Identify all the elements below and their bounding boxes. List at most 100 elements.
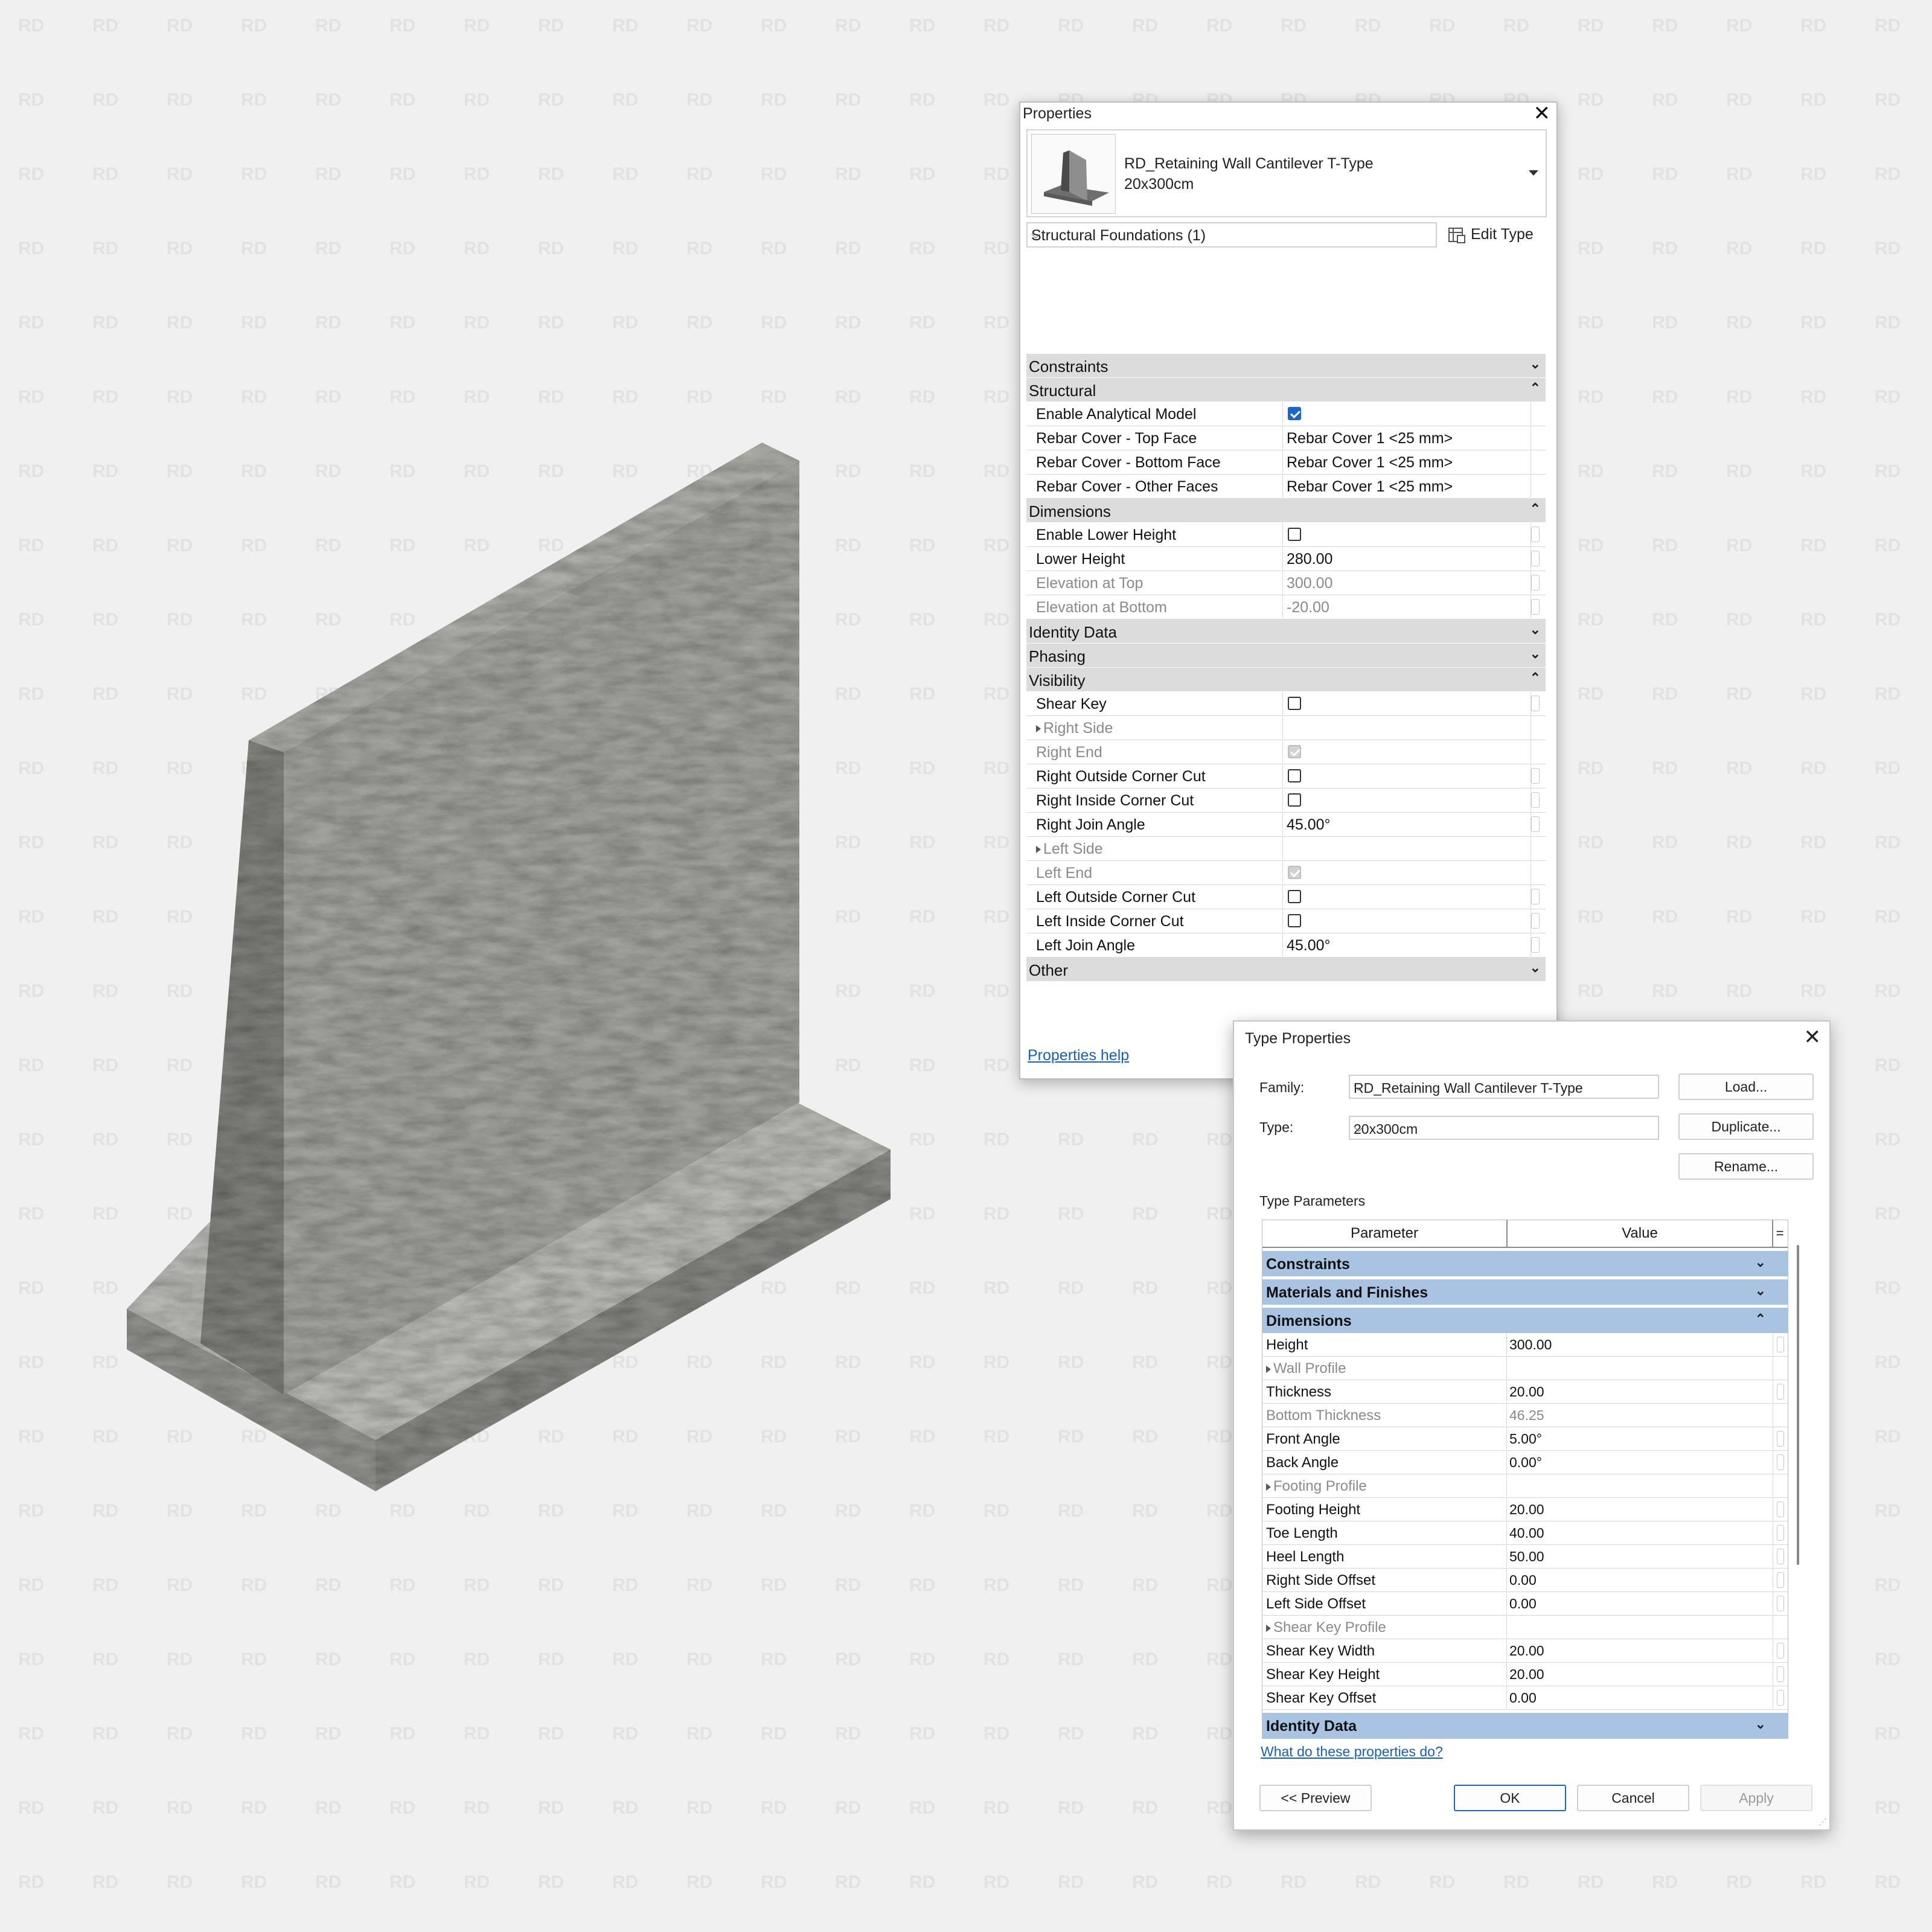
property-row-right-join-angle[interactable]: Right Join Angle 45.00° <box>1026 813 1546 837</box>
category-phasing[interactable]: Phasing ⌄ <box>1026 644 1546 668</box>
parameter-value[interactable]: 0.00 <box>1509 1572 1537 1588</box>
expand-triangle-icon[interactable] <box>1266 1483 1271 1491</box>
associate-parameter-button[interactable] <box>1777 1666 1784 1682</box>
parameter-value-cell[interactable]: 0.00 <box>1507 1592 1773 1614</box>
parameter-row-height[interactable]: Height 300.00 <box>1262 1333 1788 1357</box>
formula-column-header[interactable]: = <box>1773 1220 1786 1247</box>
property-row-enable-analytical-model[interactable]: Enable Analytical Model <box>1026 402 1546 426</box>
duplicate-button[interactable]: Duplicate... <box>1678 1113 1814 1140</box>
associate-parameter-button[interactable] <box>1531 937 1540 953</box>
parameter-value-cell[interactable]: 0.00 <box>1507 1569 1773 1591</box>
property-row-left-side[interactable]: Left Side <box>1026 837 1546 861</box>
property-row-right-end[interactable]: Right End <box>1026 740 1546 764</box>
parameter-value[interactable]: 20.00 <box>1509 1384 1544 1400</box>
property-value-cell[interactable]: 280.00 <box>1283 547 1531 570</box>
parameter-row-wall-profile[interactable]: Wall Profile <box>1262 1357 1788 1380</box>
parameter-row-shear-key-height[interactable]: Shear Key Height 20.00 <box>1262 1663 1788 1686</box>
expand-triangle-icon[interactable] <box>1266 1624 1271 1632</box>
property-row-rebar-cover-bottom-face[interactable]: Rebar Cover - Bottom Face Rebar Cover 1 <… <box>1026 450 1546 475</box>
parameter-row-shear-key-profile[interactable]: Shear Key Profile <box>1262 1616 1788 1639</box>
property-value-cell[interactable] <box>1283 523 1531 546</box>
property-row-enable-lower-height[interactable]: Enable Lower Height <box>1026 523 1546 547</box>
property-row-left-inside-corner-cut[interactable]: Left Inside Corner Cut <box>1026 909 1546 933</box>
parameter-row-bottom-thickness[interactable]: Bottom Thickness 46.25 <box>1262 1404 1788 1427</box>
property-value-cell[interactable]: 45.00° <box>1283 933 1531 956</box>
property-value-cell[interactable] <box>1283 764 1531 787</box>
parameter-value[interactable]: 0.00° <box>1509 1454 1542 1471</box>
parameter-value-cell[interactable]: 46.25 <box>1507 1404 1773 1426</box>
parameter-value[interactable]: 40.00 <box>1509 1525 1544 1541</box>
expand-icon[interactable]: ⌄ <box>1530 622 1541 638</box>
parameter-value-cell[interactable] <box>1507 1357 1773 1379</box>
parameter-value[interactable]: 0.00 <box>1509 1690 1537 1706</box>
edit-type-button[interactable]: Edit Type <box>1445 222 1554 248</box>
parameter-value-cell[interactable]: 20.00 <box>1507 1380 1773 1403</box>
collapse-icon[interactable]: ⌃ <box>1530 670 1541 686</box>
apply-button[interactable]: Apply <box>1700 1785 1812 1811</box>
parameter-value-cell[interactable]: 0.00 <box>1507 1686 1773 1709</box>
parameter-row-front-angle[interactable]: Front Angle 5.00° <box>1262 1427 1788 1451</box>
parameter-row-shear-key-offset[interactable]: Shear Key Offset 0.00 <box>1262 1686 1788 1710</box>
property-row-right-inside-corner-cut[interactable]: Right Inside Corner Cut <box>1026 788 1546 813</box>
parameter-value-cell[interactable]: 20.00 <box>1507 1663 1773 1685</box>
parameter-row-heel-length[interactable]: Heel Length 50.00 <box>1262 1545 1788 1569</box>
vertical-scrollbar[interactable] <box>1797 1245 1799 1565</box>
property-value-cell[interactable]: 45.00° <box>1283 813 1531 836</box>
preview-button[interactable]: << Preview <box>1259 1785 1372 1811</box>
parameter-value-cell[interactable]: 0.00° <box>1507 1451 1773 1473</box>
load-button[interactable]: Load... <box>1678 1073 1814 1100</box>
parameter-row-shear-key-width[interactable]: Shear Key Width 20.00 <box>1262 1639 1788 1663</box>
group-dimensions[interactable]: Dimensions ⌃ <box>1262 1307 1788 1333</box>
group-materials-and-finishes[interactable]: Materials and Finishes ⌄ <box>1262 1279 1788 1305</box>
resize-grip-icon[interactable]: ⋰ <box>1818 1817 1827 1827</box>
checkbox[interactable] <box>1288 528 1301 541</box>
parameter-row-left-side-offset[interactable]: Left Side Offset 0.00 <box>1262 1592 1788 1616</box>
parameter-value[interactable]: 20.00 <box>1509 1666 1544 1683</box>
associate-parameter-button[interactable] <box>1531 696 1540 711</box>
property-value-cell[interactable] <box>1283 692 1531 715</box>
property-row-left-join-angle[interactable]: Left Join Angle 45.00° <box>1026 933 1546 958</box>
checkbox[interactable] <box>1288 697 1301 710</box>
expand-icon[interactable]: ⌄ <box>1530 356 1541 372</box>
property-value-cell[interactable] <box>1283 837 1531 860</box>
parameter-value[interactable]: 300.00 <box>1509 1337 1552 1353</box>
parameter-value[interactable]: 0.00 <box>1509 1596 1537 1612</box>
group-identity-data[interactable]: Identity Data ⌄ <box>1262 1712 1788 1738</box>
value-column-header[interactable]: Value <box>1508 1220 1773 1247</box>
associate-parameter-button[interactable] <box>1531 599 1540 615</box>
property-value-cell[interactable]: Rebar Cover 1 <25 mm> <box>1283 426 1531 449</box>
category-filter-dropdown[interactable]: Structural Foundations (1) ⌵ <box>1026 222 1437 248</box>
property-value-cell[interactable]: 300.00 <box>1283 571 1531 594</box>
properties-help-link[interactable]: Properties help <box>1028 1047 1129 1064</box>
expand-triangle-icon[interactable] <box>1036 725 1041 733</box>
property-value[interactable]: Rebar Cover 1 <25 mm> <box>1287 430 1453 447</box>
parameter-row-toe-length[interactable]: Toe Length 40.00 <box>1262 1521 1788 1545</box>
parameter-value-cell[interactable]: 5.00° <box>1507 1427 1773 1450</box>
property-value-cell[interactable]: Rebar Cover 1 <25 mm> <box>1283 475 1531 497</box>
associate-parameter-button[interactable] <box>1531 551 1540 566</box>
property-row-left-end[interactable]: Left End <box>1026 861 1546 885</box>
property-row-left-outside-corner-cut[interactable]: Left Outside Corner Cut <box>1026 885 1546 909</box>
expand-icon[interactable]: ⌄ <box>1755 1716 1766 1732</box>
expand-icon[interactable]: ⌄ <box>1530 646 1541 662</box>
group-constraints[interactable]: Constraints ⌄ <box>1262 1250 1788 1276</box>
properties-titlebar[interactable]: Properties ✕ <box>1020 103 1556 126</box>
category-visibility[interactable]: Visibility ⌃ <box>1026 668 1546 692</box>
parameter-value-cell[interactable] <box>1507 1474 1773 1497</box>
expand-icon[interactable]: ⌄ <box>1530 960 1541 976</box>
parameter-value[interactable]: 20.00 <box>1509 1643 1544 1659</box>
expand-icon[interactable]: ⌄ <box>1755 1255 1766 1270</box>
property-row-right-outside-corner-cut[interactable]: Right Outside Corner Cut <box>1026 764 1546 788</box>
associate-parameter-button[interactable] <box>1777 1596 1784 1611</box>
parameter-row-footing-profile[interactable]: Footing Profile <box>1262 1474 1788 1498</box>
property-row-rebar-cover-top-face[interactable]: Rebar Cover - Top Face Rebar Cover 1 <25 … <box>1026 426 1546 450</box>
property-value-cell[interactable] <box>1283 909 1531 932</box>
property-value-cell[interactable] <box>1283 740 1531 763</box>
dropdown-arrow-icon[interactable] <box>1529 170 1538 176</box>
expand-triangle-icon[interactable] <box>1266 1365 1271 1373</box>
associate-parameter-button[interactable] <box>1777 1454 1784 1470</box>
associate-parameter-button[interactable] <box>1777 1690 1784 1706</box>
checkbox[interactable] <box>1288 914 1301 927</box>
parameter-row-back-angle[interactable]: Back Angle 0.00° <box>1262 1451 1788 1474</box>
category-identity-data[interactable]: Identity Data ⌄ <box>1026 619 1546 644</box>
